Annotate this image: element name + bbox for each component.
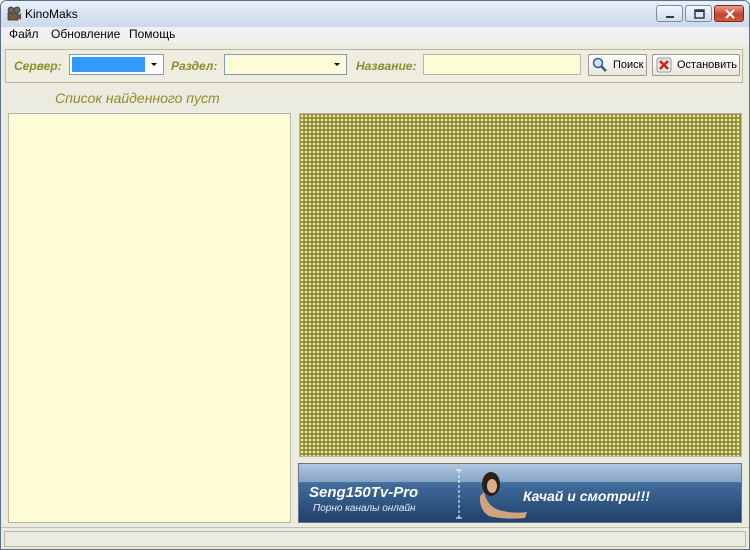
banner-title: Seng150Tv-Pro [309,484,419,501]
preview-panel [299,113,742,457]
status-panel [4,531,746,547]
menu-help[interactable]: Помощь [129,27,175,41]
maximize-button[interactable] [685,5,712,22]
section-label: Раздел: [171,59,218,73]
app-window: KinoMaks Файл Обновление Помощь Сервер: … [0,0,750,550]
menu-file[interactable]: Файл [9,27,39,41]
window-title: KinoMaks [25,7,78,21]
close-button[interactable] [714,5,744,22]
menu-bar: Файл Обновление Помощь [1,27,749,43]
ad-banner[interactable]: Seng150Tv-Pro Порно каналы онлайн Качай … [298,463,742,523]
search-button-label: Поиск [613,59,644,71]
minimize-button[interactable] [656,5,683,22]
banner-slogan: Качай и смотри!!! [523,488,650,504]
status-bar [1,527,749,549]
name-input[interactable] [423,54,581,75]
stop-button[interactable]: Остановить [652,54,740,76]
server-select[interactable] [69,54,164,75]
search-toolbar: Сервер: Раздел: Название: Поиск Останови… [5,49,743,83]
server-select-value [72,57,145,72]
search-icon [592,57,607,72]
chevron-down-icon [151,63,157,66]
name-label: Название: [356,59,417,73]
chevron-down-icon [334,63,340,66]
results-heading: Список найденного пуст [55,90,220,106]
stop-icon [656,57,672,73]
maximize-icon [694,9,705,19]
film-camera-icon [7,6,21,21]
search-button[interactable]: Поиск [588,54,647,76]
server-label: Сервер: [14,59,62,73]
minimize-icon [666,16,674,18]
section-select-value [227,57,328,72]
main-area: Сервер: Раздел: Название: Поиск Останови… [1,43,749,549]
section-select[interactable] [224,54,347,75]
banner-subtitle: Порно каналы онлайн [313,503,416,514]
title-bar[interactable]: KinoMaks [1,1,749,27]
menu-update[interactable]: Обновление [51,27,120,41]
stop-button-label: Остановить [677,59,738,71]
close-icon [725,9,735,19]
results-list[interactable] [8,113,291,523]
